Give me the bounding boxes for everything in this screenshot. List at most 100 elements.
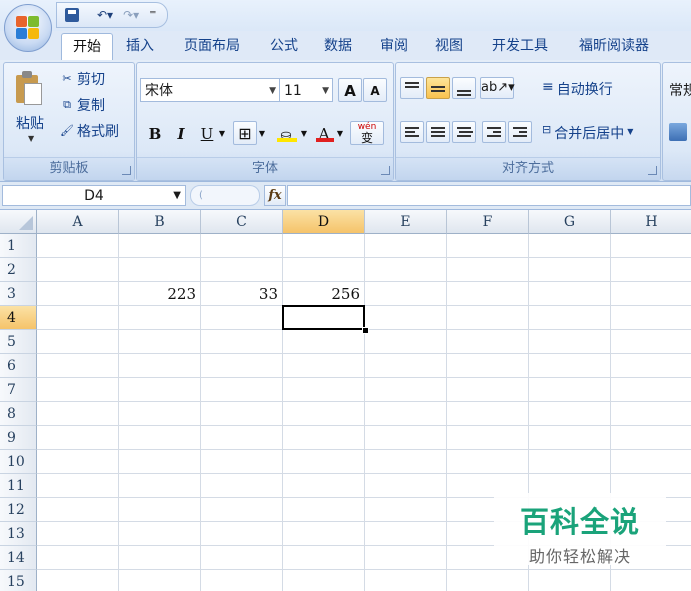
row-header-7[interactable]: 7: [0, 378, 37, 402]
cell-d13[interactable]: [283, 522, 365, 546]
font-color-dropdown-icon[interactable]: ▼: [335, 121, 345, 145]
cell-d7[interactable]: [283, 378, 365, 402]
cell-e15[interactable]: [365, 570, 447, 591]
cell-h10[interactable]: [611, 450, 691, 474]
cell-f7[interactable]: [447, 378, 529, 402]
tab-insert[interactable]: 插入: [118, 33, 162, 59]
borders-icon[interactable]: ⊞: [233, 121, 257, 145]
cell-h3[interactable]: [611, 282, 691, 306]
italic-button[interactable]: I: [171, 121, 191, 145]
cell-b13[interactable]: [119, 522, 201, 546]
cell-a7[interactable]: [37, 378, 119, 402]
cell-d15[interactable]: [283, 570, 365, 591]
cell-g15[interactable]: [529, 570, 611, 591]
wrap-text-button[interactable]: ≡ 自动换行: [542, 79, 613, 99]
cell-c2[interactable]: [201, 258, 283, 282]
tab-review[interactable]: 审阅: [372, 33, 416, 59]
tab-data[interactable]: 数据: [316, 33, 360, 59]
column-header-e[interactable]: E: [365, 210, 447, 234]
align-left-button[interactable]: [400, 121, 424, 143]
cell-b8[interactable]: [119, 402, 201, 426]
active-cell-selection[interactable]: [282, 305, 365, 330]
cell-d5[interactable]: [283, 330, 365, 354]
phonetic-guide-button[interactable]: wén 变: [350, 121, 384, 145]
font-name-select[interactable]: 宋体 ▼: [140, 78, 280, 102]
formula-expand-handle[interactable]: (: [190, 185, 260, 206]
cell-g7[interactable]: [529, 378, 611, 402]
cell-a15[interactable]: [37, 570, 119, 591]
cell-a14[interactable]: [37, 546, 119, 570]
cell-c13[interactable]: [201, 522, 283, 546]
column-header-d[interactable]: D: [283, 210, 365, 234]
row-header-6[interactable]: 6: [0, 354, 37, 378]
cell-c9[interactable]: [201, 426, 283, 450]
cell-a3[interactable]: [37, 282, 119, 306]
cell-a4[interactable]: [37, 306, 119, 330]
fill-handle[interactable]: [362, 327, 369, 334]
cell-e14[interactable]: [365, 546, 447, 570]
row-header-10[interactable]: 10: [0, 450, 37, 474]
cell-e9[interactable]: [365, 426, 447, 450]
cell-g4[interactable]: [529, 306, 611, 330]
cell-e6[interactable]: [365, 354, 447, 378]
paste-button[interactable]: 粘贴: [16, 113, 44, 133]
cell-g8[interactable]: [529, 402, 611, 426]
cell-d9[interactable]: [283, 426, 365, 450]
grow-font-button[interactable]: A: [338, 78, 362, 102]
cell-f9[interactable]: [447, 426, 529, 450]
tab-view[interactable]: 视图: [427, 33, 471, 59]
cell-a13[interactable]: [37, 522, 119, 546]
paste-dropdown-icon[interactable]: ▼: [28, 134, 34, 143]
align-top-button[interactable]: [400, 77, 424, 99]
cell-b11[interactable]: [119, 474, 201, 498]
cell-d3[interactable]: 256: [283, 282, 365, 306]
cell-a1[interactable]: [37, 234, 119, 258]
redo-icon[interactable]: ↷▾: [123, 8, 139, 22]
cell-h2[interactable]: [611, 258, 691, 282]
column-header-b[interactable]: B: [119, 210, 201, 234]
cell-h9[interactable]: [611, 426, 691, 450]
cell-a12[interactable]: [37, 498, 119, 522]
cell-a2[interactable]: [37, 258, 119, 282]
align-right-button[interactable]: [452, 121, 476, 143]
shrink-font-button[interactable]: A: [363, 78, 387, 102]
cell-c5[interactable]: [201, 330, 283, 354]
column-header-c[interactable]: C: [201, 210, 283, 234]
bold-button[interactable]: B: [145, 121, 165, 145]
cell-f3[interactable]: [447, 282, 529, 306]
cell-e1[interactable]: [365, 234, 447, 258]
cell-c7[interactable]: [201, 378, 283, 402]
cell-h6[interactable]: [611, 354, 691, 378]
cell-d10[interactable]: [283, 450, 365, 474]
cell-b9[interactable]: [119, 426, 201, 450]
cell-b2[interactable]: [119, 258, 201, 282]
cell-d11[interactable]: [283, 474, 365, 498]
cell-d14[interactable]: [283, 546, 365, 570]
cell-g10[interactable]: [529, 450, 611, 474]
column-header-g[interactable]: G: [529, 210, 611, 234]
cell-g3[interactable]: [529, 282, 611, 306]
cell-f10[interactable]: [447, 450, 529, 474]
cell-d1[interactable]: [283, 234, 365, 258]
row-header-1[interactable]: 1: [0, 234, 37, 258]
row-header-5[interactable]: 5: [0, 330, 37, 354]
font-color-button[interactable]: A: [313, 121, 335, 145]
cell-b6[interactable]: [119, 354, 201, 378]
undo-icon[interactable]: ↶▾: [97, 8, 113, 22]
cell-f6[interactable]: [447, 354, 529, 378]
increase-indent-button[interactable]: [508, 121, 532, 143]
row-header-14[interactable]: 14: [0, 546, 37, 570]
alignment-dialog-launcher-icon[interactable]: [648, 166, 657, 175]
row-header-11[interactable]: 11: [0, 474, 37, 498]
cell-b15[interactable]: [119, 570, 201, 591]
row-header-12[interactable]: 12: [0, 498, 37, 522]
cell-c3[interactable]: 33: [201, 282, 283, 306]
font-dialog-launcher-icon[interactable]: [381, 166, 390, 175]
row-header-8[interactable]: 8: [0, 402, 37, 426]
underline-button[interactable]: U: [196, 121, 218, 145]
cell-c15[interactable]: [201, 570, 283, 591]
cell-b10[interactable]: [119, 450, 201, 474]
cell-c1[interactable]: [201, 234, 283, 258]
customize-toolbar-icon[interactable]: ⁼: [149, 7, 156, 23]
tab-developer[interactable]: 开发工具: [482, 33, 558, 59]
